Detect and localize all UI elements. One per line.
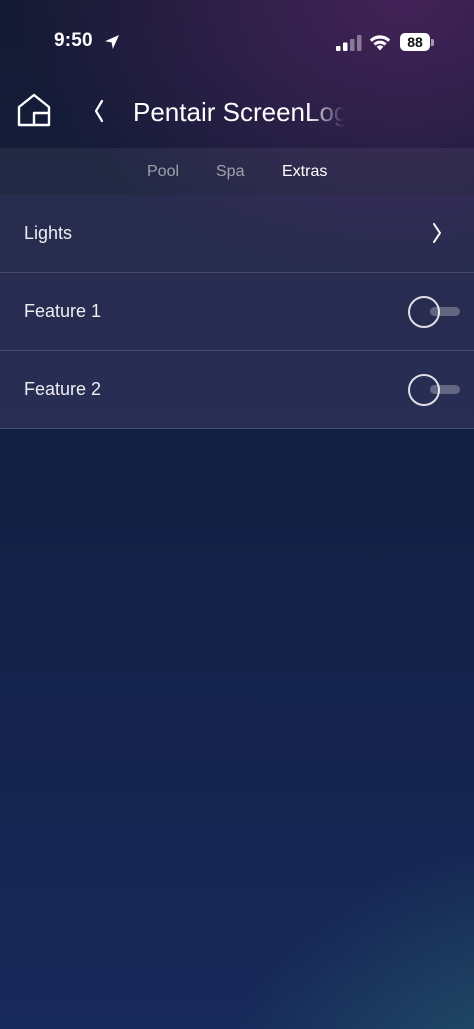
tab-extras[interactable]: Extras — [282, 148, 327, 195]
battery-icon: 88 — [400, 33, 430, 51]
list-item-feature-2: Feature 2 — [0, 351, 474, 429]
tab-bar: Pool Spa Extras — [0, 148, 474, 195]
battery-tip — [431, 39, 434, 46]
status-time: 9:50 — [54, 30, 93, 51]
list-item-lights[interactable]: Lights — [0, 195, 474, 273]
chevron-right-icon — [433, 223, 441, 243]
status-bar: 9:50 88 — [0, 0, 474, 88]
toggle-knob — [408, 296, 440, 328]
list-item-label: Lights — [24, 223, 73, 243]
chevron-left-icon[interactable] — [88, 96, 110, 126]
extras-list: Lights Feature 1 Feature 2 — [0, 195, 474, 429]
home-icon[interactable] — [16, 92, 52, 128]
list-item-feature-1: Feature 1 — [0, 273, 474, 351]
page-title: Pentair ScreenLogic — [133, 97, 345, 127]
location-arrow-icon — [105, 35, 119, 49]
feature-2-toggle[interactable] — [408, 373, 460, 407]
list-item-label: Feature 1 — [24, 301, 102, 321]
tab-spa[interactable]: Spa — [216, 148, 244, 195]
list-item-label: Feature 2 — [24, 379, 102, 399]
wifi-icon — [369, 35, 391, 51]
cellular-signal-icon — [336, 35, 362, 51]
feature-1-toggle[interactable] — [408, 295, 460, 329]
tab-pool[interactable]: Pool — [147, 148, 179, 195]
toggle-knob — [408, 374, 440, 406]
